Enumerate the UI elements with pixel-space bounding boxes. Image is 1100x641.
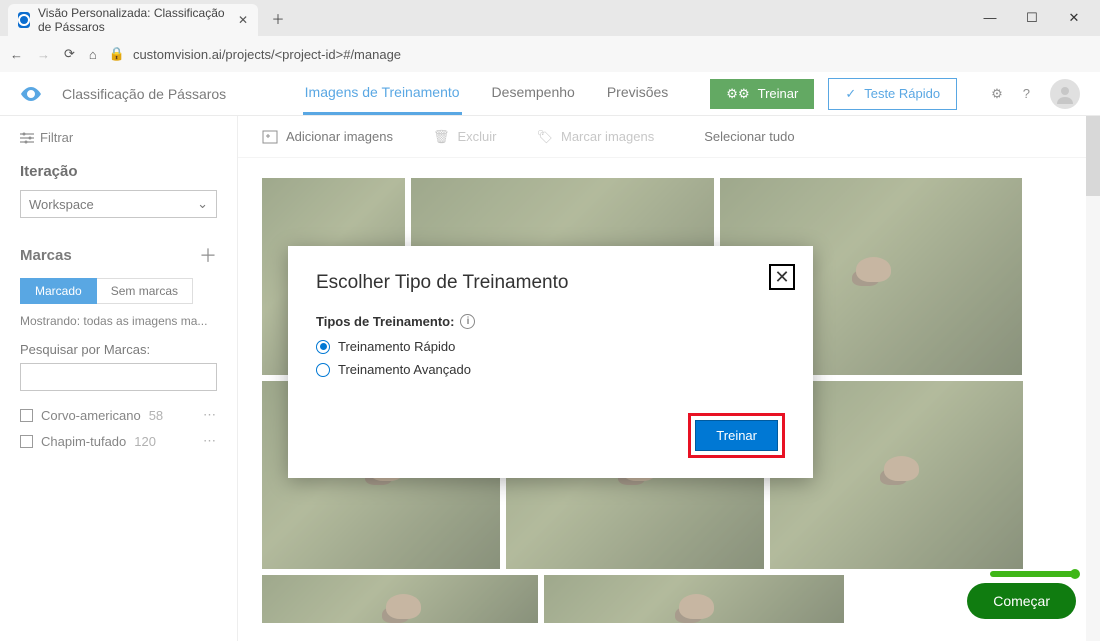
- fab-container: Começar: [967, 571, 1076, 619]
- add-tag-button[interactable]: ＋: [199, 242, 217, 268]
- new-tab-button[interactable]: ＋: [264, 4, 292, 32]
- home-icon[interactable]: ⌂: [89, 47, 97, 62]
- tab-bar: Visão Personalizada: Classificação de Pá…: [0, 0, 1100, 36]
- iteration-value: Workspace: [29, 197, 94, 212]
- train-button-label: Treinar: [758, 86, 799, 101]
- select-all-button[interactable]: Selecionar tudo: [704, 129, 794, 144]
- tag-item[interactable]: Chapim-tufado 120 ⋯: [20, 433, 217, 449]
- modal-close-button[interactable]: ✕: [769, 264, 795, 290]
- url-display[interactable]: 🔒 customvision.ai/projects/<project-id>#…: [109, 46, 401, 62]
- quick-test-label: Teste Rápido: [864, 86, 940, 101]
- info-icon[interactable]: i: [460, 314, 475, 329]
- minimize-icon[interactable]: —: [978, 10, 1002, 26]
- lock-icon: 🔒: [109, 46, 125, 62]
- back-icon[interactable]: ←: [10, 47, 23, 62]
- trash-icon: 🗑: [433, 129, 450, 145]
- pill-untagged[interactable]: Sem marcas: [97, 278, 193, 304]
- filter-label: Filtrar: [40, 130, 73, 145]
- url-text: customvision.ai/projects/<project-id>#/m…: [133, 47, 401, 62]
- image-thumbnail[interactable]: [262, 575, 538, 623]
- add-images-button[interactable]: Adicionar imagens: [262, 129, 393, 144]
- tag-images-label: Marcar imagens: [561, 129, 654, 144]
- modal-title: Escolher Tipo de Treinamento: [316, 272, 785, 294]
- iteration-heading: Iteração: [20, 163, 217, 180]
- select-all-label: Selecionar tudo: [704, 129, 794, 144]
- iteration-select[interactable]: Workspace ⌄: [20, 190, 217, 218]
- tag-more-icon[interactable]: ⋯: [203, 433, 217, 449]
- header-icons: ⚙ ?: [991, 79, 1080, 109]
- tag-images-button[interactable]: 🏷 Marcar imagens: [536, 129, 654, 145]
- quick-test-button[interactable]: ✓ Teste Rápido: [828, 78, 957, 110]
- address-bar: ← → ⟳ ⌂ 🔒 customvision.ai/projects/<proj…: [0, 36, 1100, 72]
- main-tabs: Imagens de Treinamento Desempenho Previs…: [303, 72, 671, 115]
- tab-training-images[interactable]: Imagens de Treinamento: [303, 72, 462, 115]
- help-icon[interactable]: ?: [1023, 86, 1030, 101]
- radio-icon[interactable]: [316, 340, 330, 354]
- browser-tab[interactable]: Visão Personalizada: Classificação de Pá…: [8, 4, 258, 36]
- tag-count: 58: [149, 408, 163, 423]
- training-types-label: Tipos de Treinamento: i: [316, 314, 785, 329]
- check-icon: ✓: [845, 86, 856, 102]
- sidebar: Filtrar Iteração Workspace ⌄ Marcas ＋ Ma…: [0, 116, 238, 641]
- highlight-box: Treinar: [688, 413, 785, 458]
- toolbar: Adicionar imagens 🗑 Excluir 🏷 Marcar ima…: [238, 116, 1100, 158]
- delete-label: Excluir: [457, 129, 496, 144]
- radio-quick-training[interactable]: Treinamento Rápido: [316, 339, 785, 354]
- radio-label: Treinamento Rápido: [338, 339, 455, 354]
- browser-chrome: Visão Personalizada: Classificação de Pá…: [0, 0, 1100, 72]
- modal-footer: Treinar: [316, 413, 785, 458]
- tag-more-icon[interactable]: ⋯: [203, 407, 217, 423]
- tag-search-input[interactable]: [20, 363, 217, 391]
- showing-text: Mostrando: todas as imagens ma...: [20, 314, 217, 328]
- close-window-icon[interactable]: ✕: [1062, 10, 1086, 26]
- filter-toggle[interactable]: Filtrar: [20, 130, 217, 145]
- radio-label: Treinamento Avançado: [338, 362, 471, 377]
- add-image-icon: [262, 130, 278, 144]
- delete-button[interactable]: 🗑 Excluir: [433, 129, 497, 145]
- checkbox-icon[interactable]: [20, 409, 33, 422]
- avatar[interactable]: [1050, 79, 1080, 109]
- scrollbar[interactable]: [1086, 116, 1100, 641]
- tab-predictions[interactable]: Previsões: [605, 72, 670, 115]
- tag-icon: 🏷: [536, 129, 553, 145]
- project-name: Classificação de Pássaros: [62, 86, 226, 102]
- image-thumbnail[interactable]: [544, 575, 844, 623]
- maximize-icon[interactable]: ☐: [1020, 10, 1044, 26]
- radio-icon[interactable]: [316, 363, 330, 377]
- tags-heading: Marcas: [20, 247, 72, 264]
- gear-icon[interactable]: ⚙: [991, 86, 1003, 102]
- modal-train-button[interactable]: Treinar: [695, 420, 778, 451]
- start-fab-button[interactable]: Começar: [967, 583, 1076, 619]
- favicon-icon: [18, 12, 30, 28]
- tag-name: Corvo-americano: [41, 408, 141, 423]
- pill-tagged[interactable]: Marcado: [20, 278, 97, 304]
- tag-count: 120: [134, 434, 156, 449]
- sliders-icon: [20, 132, 34, 144]
- chevron-down-icon: ⌄: [197, 196, 208, 212]
- types-label-text: Tipos de Treinamento:: [316, 314, 454, 329]
- window-controls: — ☐ ✕: [978, 10, 1100, 26]
- tag-item[interactable]: Corvo-americano 58 ⋯: [20, 407, 217, 423]
- add-images-label: Adicionar imagens: [286, 129, 393, 144]
- tag-name: Chapim-tufado: [41, 434, 126, 449]
- tab-title: Visão Personalizada: Classificação de Pá…: [38, 6, 230, 34]
- gears-icon: ⚙⚙: [726, 86, 749, 102]
- progress-indicator: [990, 571, 1076, 577]
- tab-close-icon[interactable]: ✕: [238, 13, 248, 27]
- reload-icon[interactable]: ⟳: [64, 46, 75, 62]
- nav-icons: ← → ⟳ ⌂: [10, 46, 97, 62]
- checkbox-icon[interactable]: [20, 435, 33, 448]
- scroll-thumb[interactable]: [1086, 116, 1100, 196]
- radio-advanced-training[interactable]: Treinamento Avançado: [316, 362, 785, 377]
- search-label: Pesquisar por Marcas:: [20, 342, 217, 357]
- training-type-modal: Escolher Tipo de Treinamento ✕ Tipos de …: [288, 246, 813, 478]
- tag-filter-pills: Marcado Sem marcas: [20, 278, 217, 304]
- forward-icon[interactable]: →: [37, 47, 50, 62]
- app-header: Classificação de Pássaros Imagens de Tre…: [0, 72, 1100, 116]
- header-actions: ⚙⚙ Treinar ✓ Teste Rápido: [710, 78, 957, 110]
- customvision-logo-icon: [20, 87, 42, 101]
- tags-header: Marcas ＋: [20, 242, 217, 268]
- train-button[interactable]: ⚙⚙ Treinar: [710, 79, 814, 109]
- tab-performance[interactable]: Desempenho: [490, 72, 577, 115]
